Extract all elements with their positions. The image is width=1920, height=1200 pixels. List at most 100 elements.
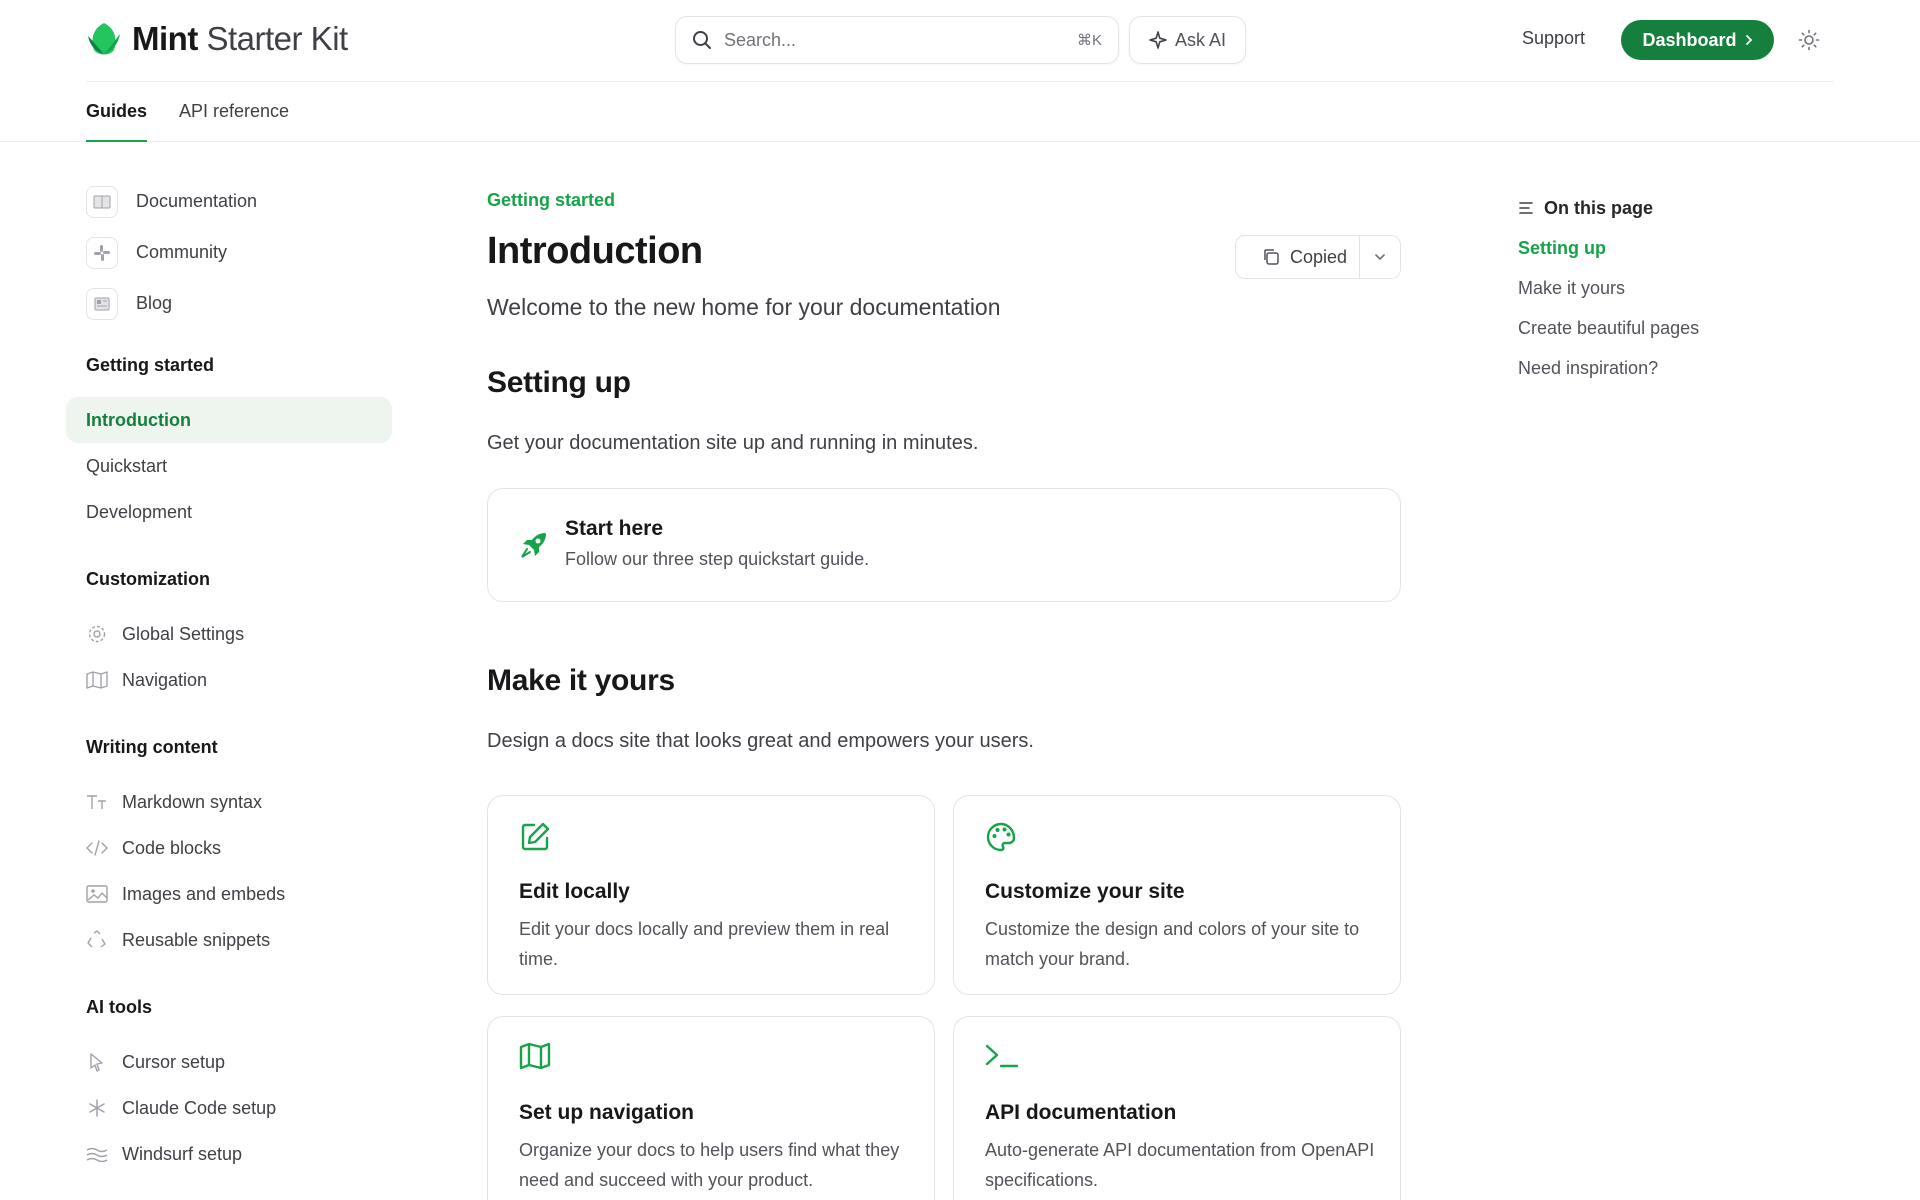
dashboard-label: Dashboard <box>1642 29 1737 50</box>
book-icon <box>86 185 118 218</box>
edit-locally-card[interactable]: Edit locally Edit your docs locally and … <box>487 795 935 995</box>
card-description: Organize your docs to help users find wh… <box>519 1140 900 1190</box>
tab-api-reference[interactable]: API reference <box>179 82 289 142</box>
toc-item-need-inspiration[interactable]: Need inspiration? <box>1518 358 1818 382</box>
sidebar-item-label: Cursor setup <box>122 1051 226 1072</box>
sidebar-item-navigation[interactable]: Navigation <box>66 657 392 703</box>
search-input[interactable]: Search... ⌘K <box>675 16 1119 64</box>
page-title: Introduction <box>487 230 703 272</box>
breadcrumb[interactable]: Getting started <box>487 190 1401 211</box>
sidebar-link-label: Documentation <box>136 191 258 211</box>
dashboard-button[interactable]: Dashboard <box>1621 20 1774 60</box>
toc-item-create-beautiful-pages[interactable]: Create beautiful pages <box>1518 318 1818 342</box>
map-icon <box>519 1042 551 1070</box>
copy-icon <box>1262 248 1280 266</box>
sidebar-section-title: Getting started <box>86 355 215 375</box>
edit-icon <box>519 821 551 853</box>
slack-icon <box>86 236 118 269</box>
sidebar-item-markdown-syntax[interactable]: Markdown syntax <box>66 779 392 825</box>
image-icon <box>86 885 108 903</box>
customize-site-card[interactable]: Customize your site Customize the design… <box>953 795 1401 995</box>
sidebar-item-label: Images and embeds <box>122 883 286 904</box>
copy-options-dropdown[interactable] <box>1360 253 1400 261</box>
chevron-down-icon <box>1374 253 1386 261</box>
ask-ai-button[interactable]: Ask AI <box>1129 16 1246 64</box>
card-title: Start here <box>565 517 664 540</box>
card-description: Follow our three step quickstart guide. <box>565 549 870 569</box>
api-documentation-card[interactable]: API documentation Auto-generate API docu… <box>953 1016 1401 1200</box>
setting-up-text: Get your documentation site up and runni… <box>487 432 979 454</box>
sidebar-item-label: Windsurf setup <box>122 1143 243 1164</box>
logo[interactable]: Mint Starter Kit <box>86 20 348 58</box>
set-up-navigation-card[interactable]: Set up navigation Organize your docs to … <box>487 1016 935 1200</box>
make-it-yours-text: Design a docs site that looks great and … <box>487 730 1034 752</box>
card-description: Edit your docs locally and preview them … <box>519 919 890 969</box>
pointer-icon <box>86 1052 108 1072</box>
card-title: Set up navigation <box>519 1101 695 1124</box>
sparkle-icon <box>1149 31 1167 49</box>
top-bar: Mint Starter Kit Search... ⌘K Ask AI Sup… <box>86 0 1834 82</box>
terminal-icon <box>985 1042 1019 1070</box>
sidebar-item-development[interactable]: Development <box>66 489 392 535</box>
asterisk-icon <box>86 1098 108 1118</box>
heading-setting-up: Setting up <box>487 366 631 399</box>
heading-make-it-yours: Make it yours <box>487 664 675 697</box>
ask-ai-label: Ask AI <box>1174 29 1227 50</box>
chevron-right-icon <box>1745 34 1753 46</box>
toc-heading: On this page <box>1518 196 1818 220</box>
waves-icon <box>86 1146 108 1162</box>
palette-icon <box>985 821 1017 853</box>
sidebar-item-claude-code-setup[interactable]: Claude Code setup <box>66 1085 392 1131</box>
card-title: Edit locally <box>519 880 630 903</box>
sidebar-item-windsurf-setup[interactable]: Windsurf setup <box>66 1131 392 1177</box>
sidebar-section-title: Customization <box>86 569 210 589</box>
sidebar-link-label: Community <box>136 242 228 262</box>
search-placeholder: Search... <box>724 29 797 50</box>
sidebar-item-introduction[interactable]: Introduction <box>66 397 392 443</box>
list-icon <box>1518 201 1534 215</box>
sidebar-item-label: Global Settings <box>122 623 245 644</box>
sidebar-link-community[interactable]: Community <box>66 227 392 278</box>
gear-icon <box>86 624 108 644</box>
sidebar-item-global-settings[interactable]: Global Settings <box>66 611 392 657</box>
sidebar-item-label: Markdown syntax <box>122 791 263 812</box>
card-description: Auto-generate API documentation from Ope… <box>985 1140 1375 1190</box>
start-here-card[interactable]: Start here Follow our three step quickst… <box>487 488 1401 602</box>
tab-guides[interactable]: Guides <box>86 82 148 142</box>
logo-name-bold: Mint <box>132 20 198 57</box>
map-icon <box>86 671 108 689</box>
search-shortcut: ⌘K <box>1076 32 1102 49</box>
toc-heading-label: On this page <box>1544 197 1654 218</box>
sidebar-item-code-blocks[interactable]: Code blocks <box>66 825 392 871</box>
sidebar-item-label: Reusable snippets <box>122 929 271 950</box>
recycle-icon <box>86 930 108 950</box>
sidebar-link-documentation[interactable]: Documentation <box>66 176 392 227</box>
copy-page-button[interactable]: Copied <box>1236 236 1360 278</box>
logo-name-light: Starter Kit <box>206 20 348 57</box>
card-description: Customize the design and colors of your … <box>985 919 1360 969</box>
leaf-logo-icon <box>86 20 122 58</box>
main-content: Getting started Introduction Copied Welc… <box>487 190 1401 1200</box>
sidebar-item-quickstart[interactable]: Quickstart <box>66 443 392 489</box>
sidebar-item-images-and-embeds[interactable]: Images and embeds <box>66 871 392 917</box>
toc-item-make-it-yours[interactable]: Make it yours <box>1518 278 1818 302</box>
sidebar-link-blog[interactable]: Blog <box>66 278 392 329</box>
sidebar-item-label: Code blocks <box>122 837 222 858</box>
card-title: API documentation <box>985 1101 1177 1124</box>
sidebar-item-cursor-setup[interactable]: Cursor setup <box>66 1039 392 1085</box>
sidebar-section-title: AI tools <box>86 997 152 1017</box>
sun-icon[interactable] <box>1798 29 1820 51</box>
sidebar-item-reusable-snippets[interactable]: Reusable snippets <box>66 917 392 963</box>
newspaper-icon <box>86 287 118 320</box>
sidebar: Documentation Community Blog Getting sta… <box>66 176 392 1177</box>
code-icon <box>86 840 108 856</box>
card-title: Customize your site <box>985 880 1185 903</box>
table-of-contents: On this page Setting up Make it yours Cr… <box>1518 196 1818 382</box>
support-link[interactable]: Support <box>1522 28 1585 49</box>
toc-item-setting-up[interactable]: Setting up <box>1518 238 1818 262</box>
text-size-icon <box>86 793 108 811</box>
header: Mint Starter Kit Search... ⌘K Ask AI Sup… <box>0 0 1920 142</box>
rocket-icon <box>518 529 550 561</box>
sidebar-section-title: Writing content <box>86 737 218 757</box>
search-icon <box>692 30 712 50</box>
